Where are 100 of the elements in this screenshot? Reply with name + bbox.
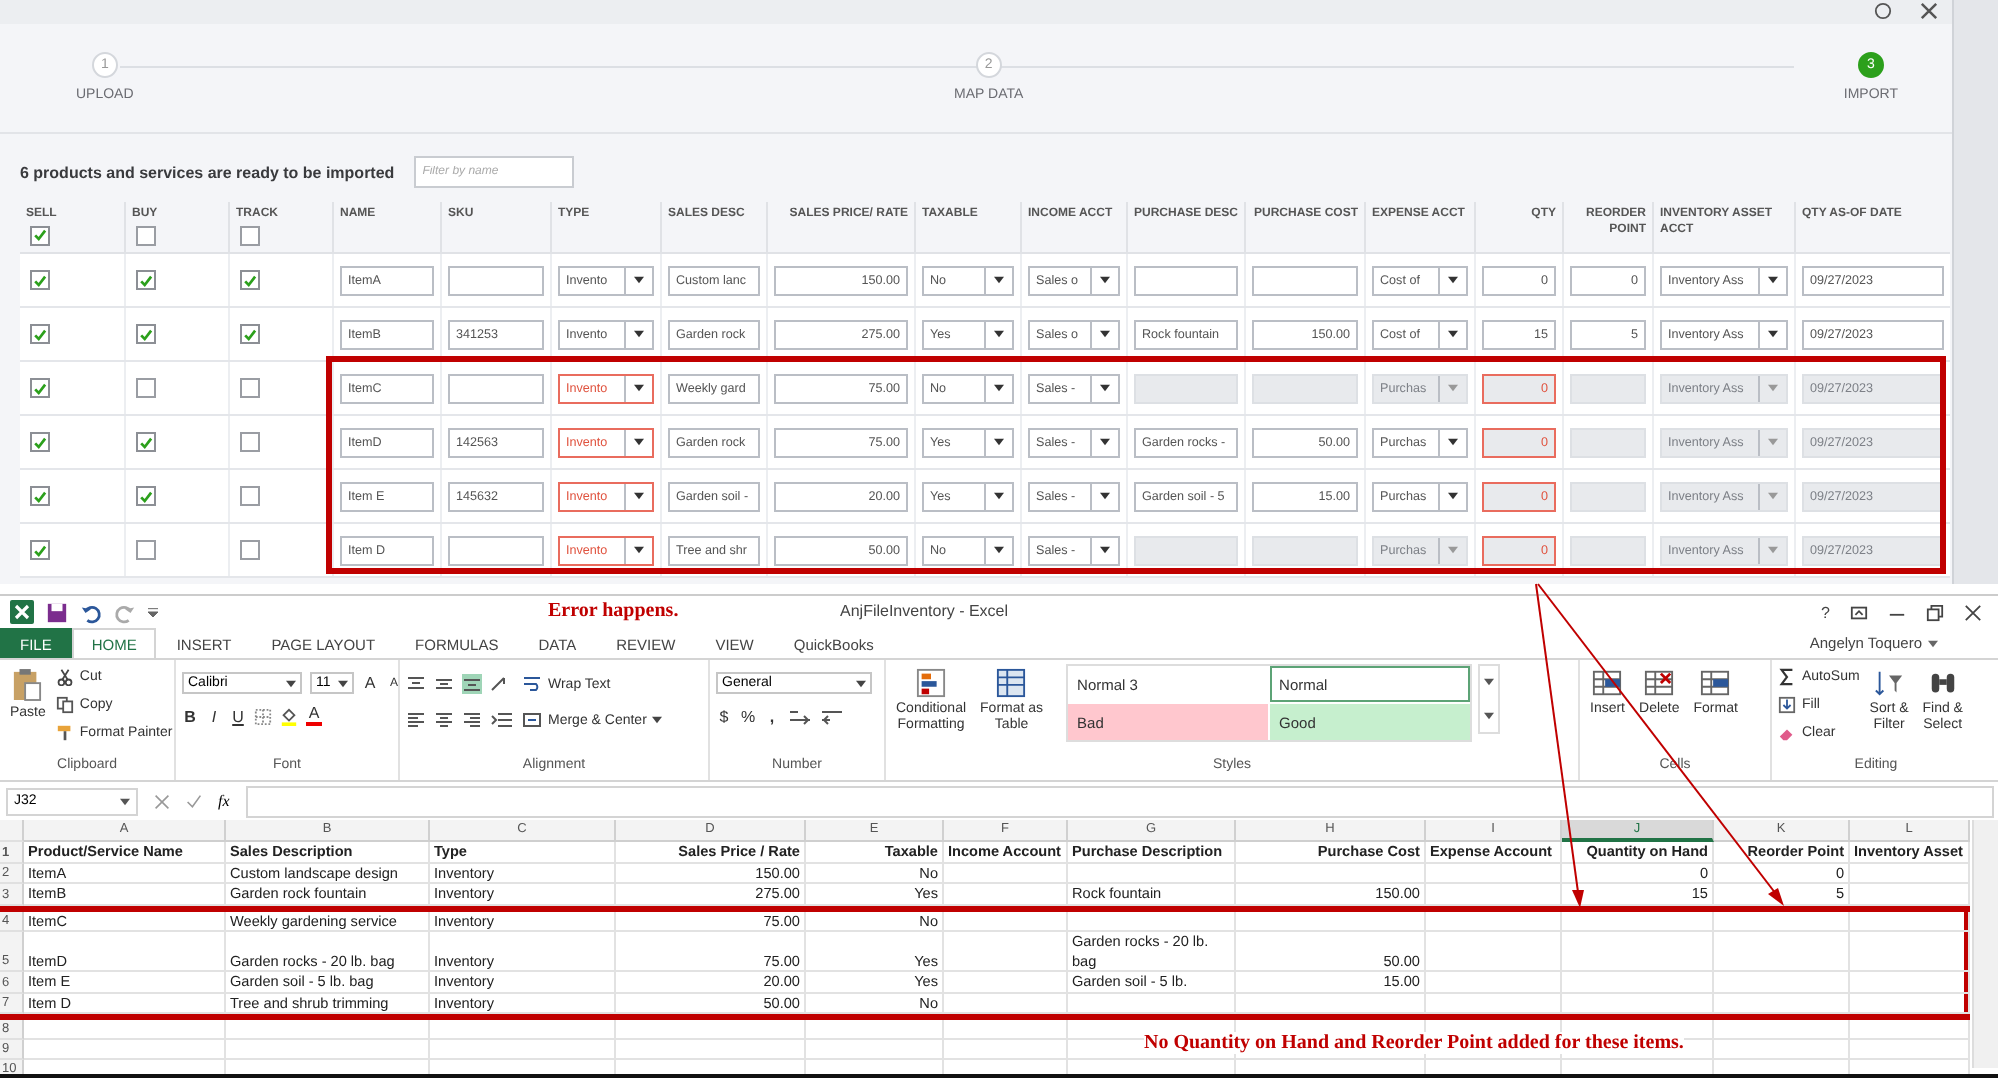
sheet-cell — [1850, 911, 1970, 932]
sheet-cell — [1714, 1040, 1850, 1060]
sheet-cell — [1850, 863, 1970, 884]
align-left-icon[interactable] — [406, 710, 426, 730]
checkbox[interactable] — [30, 486, 50, 506]
increase-decimal-icon[interactable] — [788, 706, 812, 726]
checkbox[interactable] — [240, 324, 260, 344]
caret-icon — [994, 276, 1004, 284]
formula-field[interactable] — [245, 785, 1994, 817]
sheet-cell — [944, 972, 1068, 993]
sheet-cell — [1714, 1020, 1850, 1040]
italic-button[interactable]: I — [206, 707, 222, 725]
gallery-scrollbar[interactable] — [1477, 664, 1500, 734]
ribbon-display-icon[interactable] — [1850, 603, 1868, 621]
checkbox[interactable] — [240, 486, 260, 506]
caret-icon — [634, 330, 644, 338]
borders-icon[interactable] — [254, 707, 272, 725]
bold-button[interactable]: B — [182, 707, 198, 725]
font-color-button[interactable]: A — [306, 706, 322, 726]
underline-button[interactable]: U — [230, 707, 246, 725]
restore-icon[interactable] — [1926, 603, 1944, 621]
redo-icon[interactable] — [114, 601, 136, 623]
insert-function-button[interactable]: fx — [218, 792, 230, 810]
close-icon[interactable] — [1920, 2, 1938, 20]
align-middle-icon[interactable] — [434, 674, 454, 694]
checkbox[interactable] — [136, 378, 156, 398]
sheet-cell — [944, 1040, 1068, 1060]
checkbox[interactable] — [30, 378, 50, 398]
import-summary: 6 products and services are ready to be imported — [20, 163, 395, 181]
caret-icon — [634, 384, 644, 392]
indent-icon[interactable] — [490, 710, 514, 730]
caret-icon — [338, 679, 348, 687]
caret-icon[interactable] — [1928, 639, 1938, 647]
caret-icon — [634, 546, 644, 554]
caret-icon — [856, 679, 866, 687]
comma-button[interactable]: , — [764, 707, 780, 725]
annotation-note: Error happens. — [548, 600, 679, 622]
sheet-cell — [1714, 932, 1850, 972]
checkbox[interactable] — [240, 225, 260, 245]
help-button[interactable]: ? — [1821, 603, 1830, 621]
checkbox[interactable] — [136, 324, 156, 344]
checkbox[interactable] — [30, 540, 50, 560]
decrease-decimal-icon[interactable] — [820, 706, 844, 726]
checkbox[interactable] — [136, 540, 156, 560]
sheet-cell — [944, 863, 1068, 884]
checkbox[interactable] — [240, 432, 260, 452]
input-field[interactable] — [448, 265, 544, 295]
grow-font-button[interactable]: A — [362, 674, 378, 692]
align-bottom-icon[interactable] — [462, 674, 482, 694]
sheet-cell — [1426, 884, 1562, 905]
checkbox[interactable] — [30, 225, 50, 245]
copy-icon — [55, 695, 74, 713]
checkbox[interactable] — [30, 324, 50, 344]
caret-icon — [1100, 330, 1110, 338]
caret-icon — [1483, 711, 1494, 720]
input-field[interactable] — [1134, 265, 1238, 295]
merge-icon — [522, 710, 542, 730]
check-icon[interactable] — [186, 793, 202, 809]
paint-bucket-icon[interactable] — [280, 707, 298, 725]
input-field[interactable] — [448, 535, 544, 565]
checkbox[interactable] — [240, 270, 260, 290]
undo-icon[interactable] — [80, 601, 102, 623]
align-top-icon[interactable] — [406, 674, 426, 694]
cancel-icon[interactable] — [154, 793, 170, 809]
paintbrush-icon — [55, 723, 74, 741]
sheet-cell — [1714, 972, 1850, 993]
table-icon — [996, 668, 1027, 698]
caret-icon — [994, 546, 1004, 554]
input-field[interactable] — [1252, 265, 1358, 295]
caret-icon — [994, 438, 1004, 446]
currency-button[interactable]: $ — [716, 707, 732, 725]
caret-icon — [994, 492, 1004, 500]
caret-icon — [286, 679, 296, 687]
scrollbar[interactable] — [1952, 0, 1998, 584]
customize-toolbar-icon[interactable] — [148, 606, 158, 618]
help-icon[interactable] — [1874, 2, 1892, 20]
checkbox[interactable] — [136, 225, 156, 245]
caret-icon — [1448, 330, 1458, 338]
checkbox[interactable] — [30, 270, 50, 290]
checkbox[interactable] — [240, 378, 260, 398]
caret-icon — [634, 492, 644, 500]
checkbox[interactable] — [136, 432, 156, 452]
percent-button[interactable]: % — [740, 707, 756, 725]
sheet-cell — [806, 1040, 944, 1060]
close-icon[interactable] — [1964, 603, 1982, 621]
sheet-cell — [1850, 1020, 1970, 1040]
checkbox[interactable] — [136, 270, 156, 290]
input-field[interactable] — [448, 373, 544, 403]
save-icon[interactable] — [46, 601, 68, 623]
checkbox[interactable] — [136, 486, 156, 506]
checkbox[interactable] — [240, 540, 260, 560]
sheet-cell — [1426, 911, 1562, 932]
caret-icon — [634, 276, 644, 284]
align-right-icon[interactable] — [462, 710, 482, 730]
scrollbar[interactable] — [1972, 820, 1998, 1068]
checkbox[interactable] — [30, 432, 50, 452]
sheet-cell — [944, 884, 1068, 905]
sheet-cell — [1850, 884, 1970, 905]
align-center-icon[interactable] — [434, 710, 454, 730]
caret-icon — [1768, 438, 1778, 446]
